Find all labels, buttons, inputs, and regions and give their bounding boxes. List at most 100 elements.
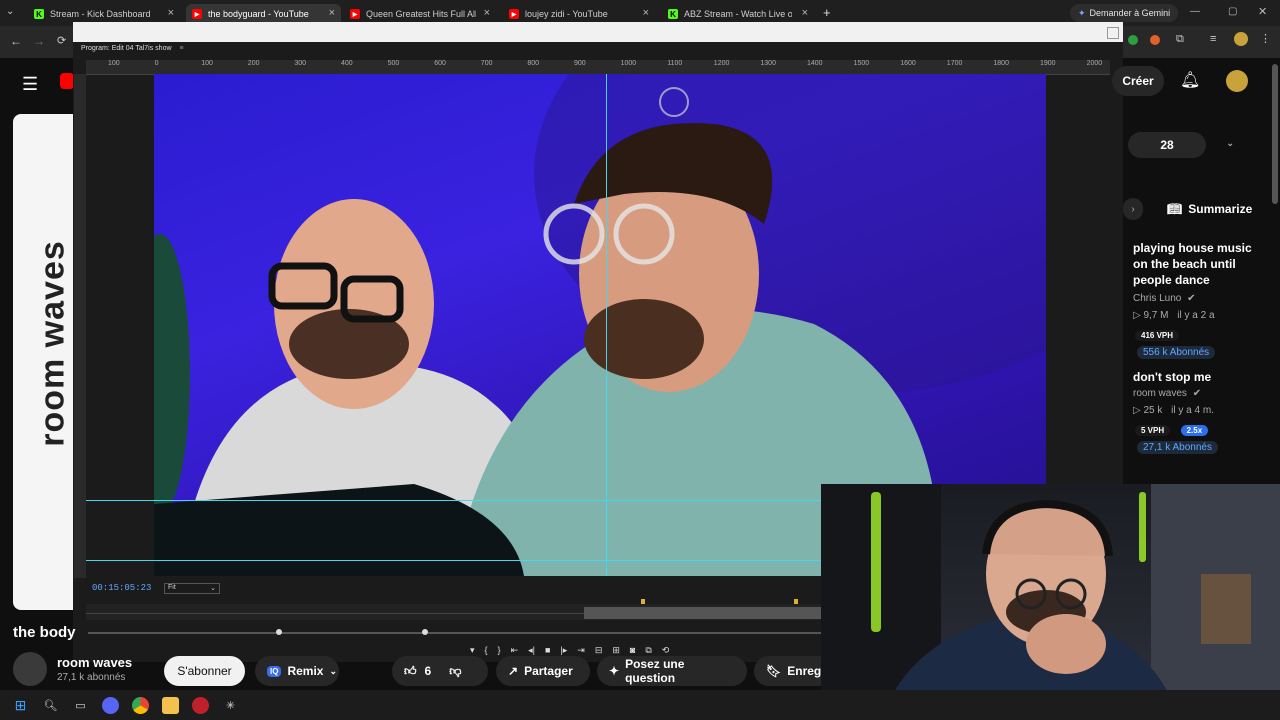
editor-scroll-icon[interactable] <box>1107 27 1119 39</box>
count-pill[interactable]: 28 <box>1128 132 1206 158</box>
ruler-label: 1100 <box>667 60 683 67</box>
maximize-icon[interactable]: ▢ <box>1228 6 1237 17</box>
extension-icon[interactable] <box>1128 35 1138 45</box>
tab-label: the bodyguard - YouTube <box>208 9 309 19</box>
tab-queen-greatest-hits[interactable]: ▶ Queen Greatest Hits Full Album × <box>344 4 496 24</box>
marker-icon[interactable] <box>794 599 798 604</box>
extension-icon[interactable] <box>1150 35 1160 45</box>
panel-menu-icon[interactable]: ≡ <box>179 45 183 52</box>
forward-icon[interactable]: → <box>33 34 45 48</box>
task-view-icon[interactable]: ▭ <box>72 697 89 714</box>
tab-search-icon[interactable]: ⌄ <box>6 6 14 17</box>
comparison-view-icon[interactable]: ⧉ <box>645 645 651 656</box>
bookmark-icon: 🔖︎ <box>766 664 782 678</box>
new-tab-button[interactable]: + <box>823 5 831 20</box>
user-avatar[interactable] <box>1226 70 1248 92</box>
windows-taskbar: ⊞ 🔍︎ ▭ ✳ <box>0 690 1280 720</box>
export-frame-icon[interactable]: ◙ <box>630 645 635 655</box>
lift-icon[interactable]: ⊟ <box>595 645 603 656</box>
verified-icon: ✔ <box>1187 293 1196 304</box>
zoom-scrollbar[interactable] <box>88 629 823 635</box>
step-back-icon[interactable]: ◂| <box>528 645 535 656</box>
recommended-stats: ▷ 9,7 M il y a 2 a <box>1133 310 1215 321</box>
minimize-icon[interactable]: — <box>1190 6 1200 17</box>
ruler-label: 100 <box>201 60 213 67</box>
recommended-video-title[interactable]: playing house music on the beach until p… <box>1133 240 1263 288</box>
close-icon[interactable]: × <box>802 7 808 19</box>
search-icon[interactable]: 🔍︎ <box>42 697 59 714</box>
remix-button[interactable]: IQ Remix ⌄ <box>255 656 339 686</box>
chrome-icon[interactable] <box>132 696 149 714</box>
tab-loujey-zidi[interactable]: ▶ loujey zidi - YouTube × <box>503 4 655 24</box>
step-forward-icon[interactable]: |▸ <box>560 645 567 656</box>
close-icon[interactable]: × <box>643 7 649 19</box>
file-explorer-icon[interactable] <box>162 696 179 714</box>
like-icon[interactable]: 👍︎ <box>404 664 417 679</box>
dislike-icon[interactable]: 👎︎ <box>449 664 461 679</box>
share-label: Partager <box>524 664 573 678</box>
close-icon[interactable]: × <box>168 7 174 19</box>
extract-icon[interactable]: ⊞ <box>612 645 620 656</box>
page-scrollbar[interactable] <box>1272 64 1278 204</box>
notifications-bell-icon[interactable]: 🔔︎ <box>1180 70 1200 90</box>
channel-name[interactable]: room waves <box>57 655 132 670</box>
ask-question-button[interactable]: ✦ Posez une question <box>597 656 747 686</box>
kick-icon: K <box>34 9 44 19</box>
tab-label: Stream - Kick Dashboard <box>50 9 151 19</box>
mark-out-icon[interactable]: } <box>498 645 501 655</box>
tab-label: loujey zidi - YouTube <box>525 9 608 19</box>
save-button[interactable]: 🔖︎ Enregis <box>754 656 831 686</box>
mark-in-icon[interactable]: { <box>485 645 488 655</box>
close-icon[interactable]: × <box>484 7 490 19</box>
share-button[interactable]: ↗ Partager <box>496 656 590 686</box>
mini-timeline[interactable] <box>86 599 821 620</box>
playhead-timecode[interactable]: 00:15:05:23 <box>92 583 151 593</box>
marker-icon[interactable] <box>641 599 645 604</box>
recording-app-icon[interactable] <box>192 696 209 714</box>
audio-app-icon[interactable]: ✳ <box>222 697 239 714</box>
subscribe-button[interactable]: S'abonner <box>164 656 245 686</box>
add-marker-icon[interactable]: ▾ <box>470 645 475 656</box>
recommended-channel[interactable]: Chris Luno ✔ <box>1133 293 1196 304</box>
windows-start-icon[interactable]: ⊞ <box>12 697 29 714</box>
recommended-video-title[interactable]: don't stop me <box>1133 369 1263 385</box>
channel-label: room waves <box>1133 388 1187 399</box>
ruler-label: 1600 <box>900 60 916 67</box>
reading-list-icon[interactable]: ≡ <box>1210 33 1216 45</box>
scroll-handle-right[interactable] <box>422 629 428 635</box>
summarize-button[interactable]: 📖︎ Summarize <box>1167 202 1252 216</box>
menu-icon[interactable]: ☰ <box>22 74 38 95</box>
tab-the-bodyguard[interactable]: ▶ the bodyguard - YouTube × <box>186 4 341 24</box>
video-title: the body <box>13 624 76 641</box>
chevron-down-icon[interactable]: ⌄ <box>1226 138 1234 149</box>
reload-icon[interactable]: ⟳ <box>57 34 66 47</box>
tab-abz-stream[interactable]: K ABZ Stream - Watch Live on Kick × <box>662 4 814 24</box>
vertical-ruler <box>74 74 86 578</box>
go-to-in-icon[interactable]: ⇤ <box>511 645 519 656</box>
zoom-fit-dropdown[interactable]: Fit ⌄ <box>164 583 220 594</box>
recommended-channel[interactable]: room waves ✔ <box>1133 388 1201 399</box>
close-window-icon[interactable]: ✕ <box>1258 5 1267 18</box>
profile-avatar[interactable] <box>1234 32 1248 46</box>
share-icon: ↗ <box>508 664 519 678</box>
scroll-handle-left[interactable] <box>276 629 282 635</box>
ask-label: Posez une question <box>625 657 685 685</box>
extensions-puzzle-icon[interactable]: ⧉ <box>1176 33 1184 46</box>
vph-badge: 416 VPH <box>1135 330 1180 341</box>
youtube-logo[interactable] <box>60 73 74 89</box>
ask-gemini-button[interactable]: ✦ Demander à Gemini <box>1070 4 1179 22</box>
go-to-out-icon[interactable]: ⇥ <box>577 645 585 656</box>
ruler-label: 1700 <box>946 60 963 67</box>
settings-icon[interactable]: ⟲ <box>662 645 670 656</box>
ruler-label: 2000 <box>1086 60 1103 67</box>
back-icon[interactable]: ← <box>10 34 22 48</box>
chevron-right-icon[interactable]: › <box>1123 198 1143 220</box>
more-menu-icon[interactable]: ⋮ <box>1260 32 1271 45</box>
channel-avatar[interactable] <box>13 652 47 686</box>
timeline-clip[interactable] <box>584 607 821 619</box>
discord-icon[interactable] <box>102 696 119 714</box>
tab-kick-dashboard[interactable]: K Stream - Kick Dashboard × <box>28 4 180 24</box>
create-button[interactable]: Créer <box>1112 66 1164 96</box>
stop-icon[interactable]: ■ <box>545 645 550 655</box>
close-icon[interactable]: × <box>329 7 335 19</box>
